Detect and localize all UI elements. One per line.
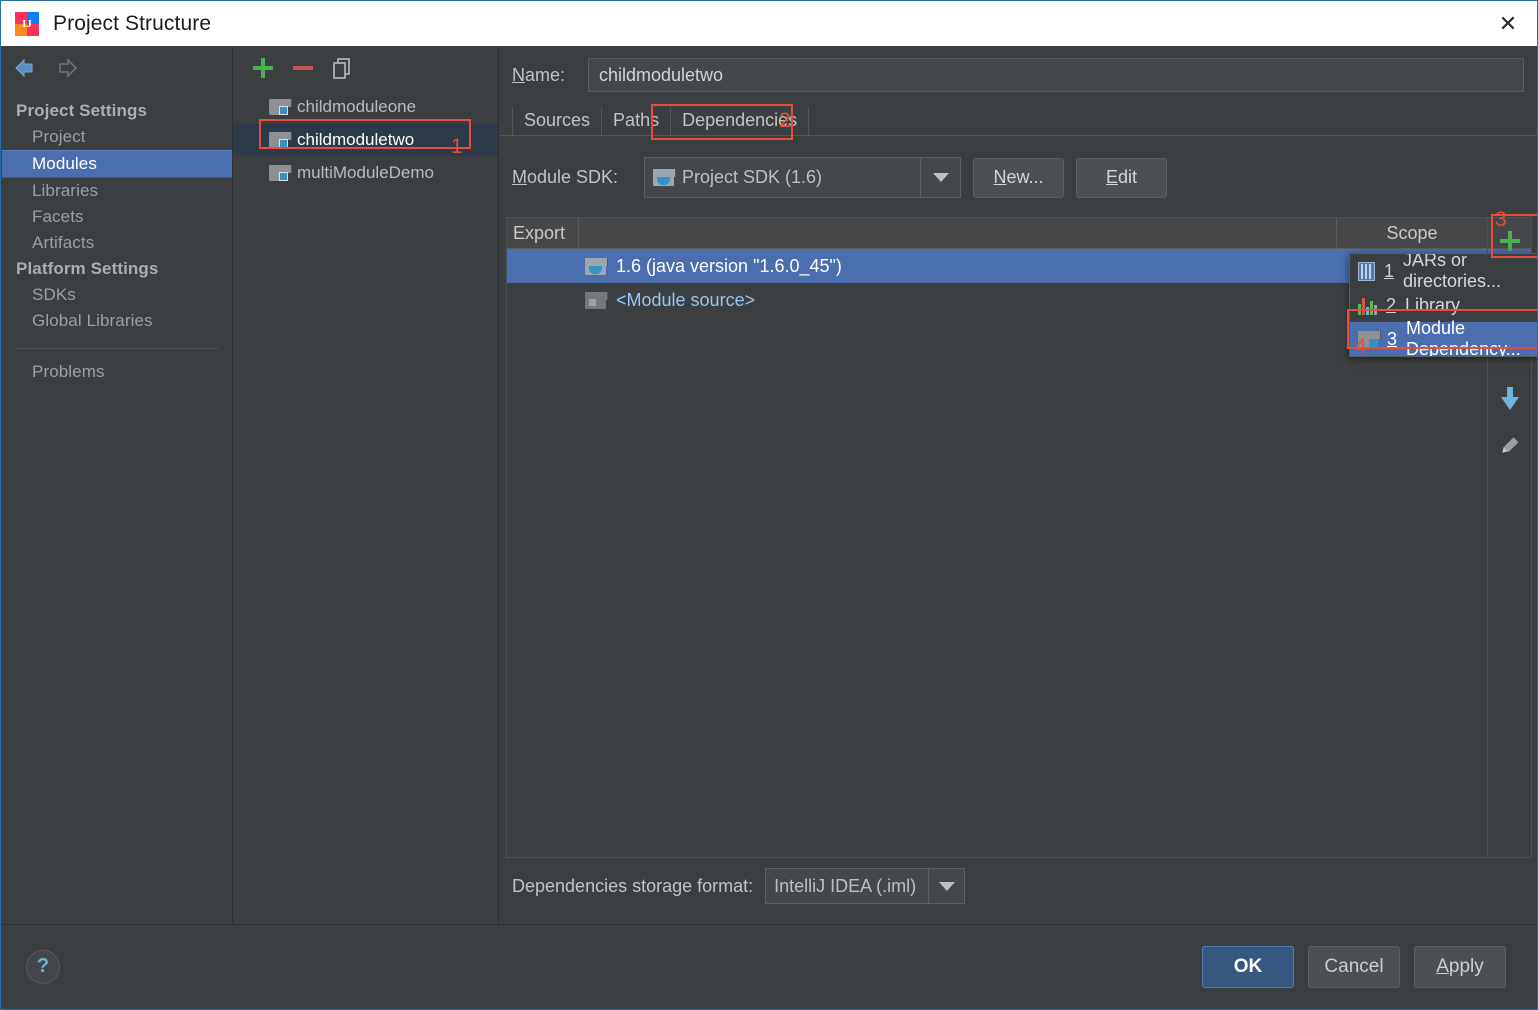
settings-nav-list: Project Settings Project Modules Librari… (2, 90, 232, 385)
sidebar-item-project[interactable]: Project (2, 124, 232, 150)
module-folder-icon (269, 164, 292, 181)
window-title: Project Structure (53, 11, 212, 35)
menu-item-library[interactable]: 2 Library... (1350, 288, 1537, 322)
add-dependency-popup-menu: 1 JARs or directories... 2 Library... 3 … (1349, 253, 1537, 357)
chevron-down-icon[interactable] (920, 158, 960, 197)
cancel-button[interactable]: Cancel (1308, 945, 1400, 988)
dialog-footer: ? OK Cancel Apply (2, 924, 1537, 1008)
module-label: multiModuleDemo (297, 162, 434, 182)
add-module-button[interactable] (251, 56, 275, 80)
menu-mnemonic: 1 (1384, 260, 1395, 281)
dependency-label: 1.6 (java version "1.6.0_45") (616, 255, 842, 276)
dependencies-table-header: Export Scope (507, 218, 1531, 249)
copy-module-button[interactable] (331, 56, 355, 80)
settings-sidebar: Project Settings Project Modules Librari… (2, 46, 233, 926)
project-structure-dialog: IJ Project Structure ✕ Project Settings … (0, 0, 1538, 1010)
module-list-item-childmoduletwo[interactable]: childmoduletwo (233, 123, 498, 156)
new-sdk-button[interactable]: New... (973, 157, 1064, 198)
menu-item-jars-or-directories[interactable]: 1 JARs or directories... (1350, 254, 1537, 291)
dialog-buttons: OK Cancel Apply (1202, 945, 1506, 988)
dependencies-storage-row: Dependencies storage format: IntelliJ ID… (512, 868, 966, 904)
arrow-down-icon (1499, 387, 1521, 411)
module-list-item-multimoduledemo[interactable]: multiModuleDemo (233, 156, 498, 189)
ok-button[interactable]: OK (1202, 945, 1294, 988)
pencil-icon (1494, 429, 1525, 460)
module-sdk-label: Module SDK: (512, 167, 619, 187)
sidebar-item-sdks[interactable]: SDKs (2, 282, 232, 308)
jar-icon (1358, 261, 1375, 281)
navigation-arrows (2, 46, 232, 90)
module-sdk-select[interactable]: Project SDK (1.6) (644, 157, 961, 198)
module-editor-pane: Name: Sources Paths Dependencies Module … (500, 46, 1537, 926)
sidebar-divider (16, 348, 218, 349)
column-header-name (579, 218, 1337, 248)
menu-item-label: JARs or directories... (1403, 253, 1502, 291)
module-source-icon (585, 291, 608, 309)
sdk-folder-icon (585, 257, 608, 275)
plus-icon (1499, 230, 1521, 252)
sidebar-item-libraries[interactable]: Libraries (2, 178, 232, 204)
edit-sdk-button[interactable]: Edit (1076, 157, 1167, 198)
module-folder-icon (269, 131, 292, 148)
sidebar-item-global-libraries[interactable]: Global Libraries (2, 308, 232, 334)
arrow-right-icon[interactable] (54, 56, 80, 80)
module-name-row: Name: (500, 46, 1537, 92)
module-list-item-childmoduleone[interactable]: childmoduleone (233, 90, 498, 123)
modules-list-panel: childmoduleone childmoduletwo multiModul… (233, 46, 499, 926)
tab-paths[interactable]: Paths (602, 107, 672, 136)
tabs-underline (500, 135, 1537, 136)
module-sdk-row: Module SDK: Project SDK (1.6) New... Edi… (500, 136, 1537, 198)
sidebar-item-modules[interactable]: Modules (2, 150, 232, 178)
sdk-folder-icon (653, 169, 676, 186)
sidebar-item-facets[interactable]: Facets (2, 204, 232, 230)
group-header-platform-settings: Platform Settings (16, 259, 159, 278)
apply-button[interactable]: Apply (1414, 945, 1506, 988)
help-icon[interactable]: ? (26, 949, 60, 984)
menu-item-module-dependency[interactable]: 3 Module Dependency... (1350, 318, 1537, 356)
module-label: childmoduleone (297, 96, 417, 116)
move-down-button[interactable] (1488, 376, 1532, 422)
title-bar: IJ Project Structure ✕ (1, 1, 1537, 46)
library-icon (1358, 296, 1377, 315)
module-folder-icon (269, 98, 292, 115)
menu-item-label: Module Dependency... (1406, 318, 1521, 357)
edit-dependency-button[interactable] (1488, 422, 1532, 468)
remove-module-button[interactable] (291, 56, 315, 80)
sidebar-item-problems[interactable]: Problems (2, 359, 232, 385)
dependencies-storage-select[interactable]: IntelliJ IDEA (.iml) (765, 868, 966, 904)
dependency-label: <Module source> (616, 289, 756, 310)
tab-dependencies[interactable]: Dependencies (671, 107, 810, 136)
dependencies-storage-value: IntelliJ IDEA (.iml) (774, 875, 917, 896)
module-sdk-value: Project SDK (1.6) (682, 167, 823, 187)
arrow-left-icon[interactable] (12, 56, 38, 80)
module-tabs: Sources Paths Dependencies (500, 105, 1537, 136)
module-label: childmoduletwo (297, 129, 415, 149)
group-header-project-settings: Project Settings (16, 101, 148, 120)
module-name-input[interactable] (588, 58, 1524, 92)
module-name-label: Name: (512, 64, 566, 85)
column-header-scope[interactable]: Scope (1337, 218, 1487, 248)
sidebar-item-artifacts[interactable]: Artifacts (2, 230, 232, 256)
tab-sources[interactable]: Sources (512, 107, 603, 136)
menu-item-label: Library... (1405, 294, 1474, 315)
dependencies-storage-label: Dependencies storage format: (512, 875, 754, 896)
menu-mnemonic: 3 (1387, 328, 1398, 349)
column-header-export[interactable]: Export (507, 218, 579, 248)
modules-toolbar (233, 46, 498, 90)
module-icon (1358, 330, 1381, 348)
menu-mnemonic: 2 (1386, 294, 1397, 315)
close-icon[interactable]: ✕ (1477, 1, 1537, 46)
chevron-down-icon[interactable] (928, 869, 964, 903)
intellij-idea-icon: IJ (15, 11, 39, 36)
